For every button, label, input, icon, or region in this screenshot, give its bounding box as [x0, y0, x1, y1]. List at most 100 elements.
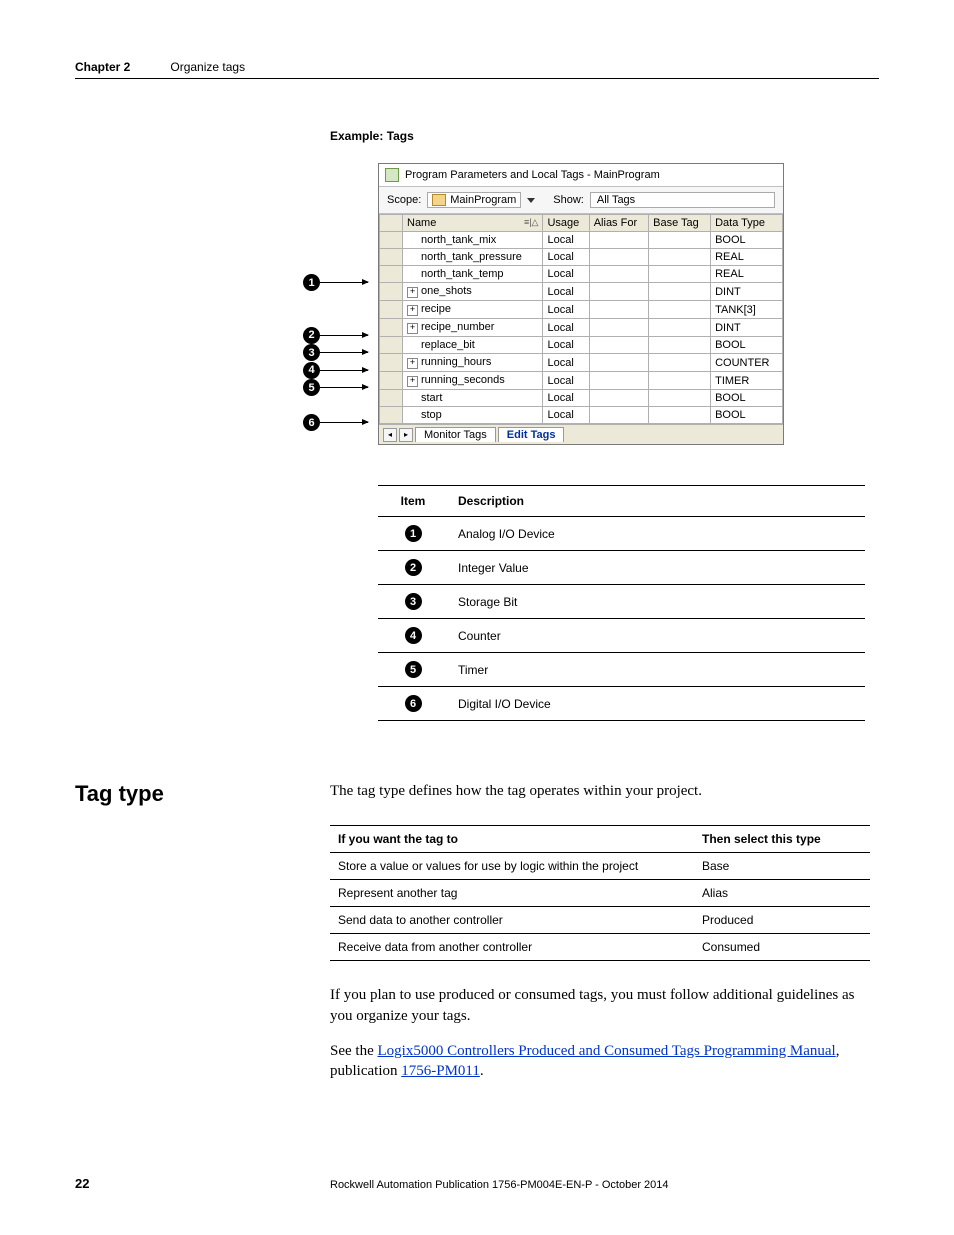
desc-item-num: 6	[378, 687, 448, 721]
type-condition: Store a value or values for use by logic…	[330, 853, 694, 880]
grid-row[interactable]: startLocalBOOL	[380, 390, 783, 407]
expand-icon[interactable]: +	[407, 305, 418, 316]
window-icon	[385, 168, 399, 182]
grid-row[interactable]: +one_shotsLocalDINT	[380, 283, 783, 301]
col-name[interactable]: Name≡|△	[403, 215, 543, 232]
cell-usage: Local	[543, 249, 589, 266]
grid-row[interactable]: north_tank_tempLocalREAL	[380, 266, 783, 283]
grid-header-row: Name≡|△ Usage Alias For Base Tag Data Ty…	[380, 215, 783, 232]
cell-data-type: REAL	[711, 249, 783, 266]
cell-alias-for	[589, 249, 648, 266]
grid-row[interactable]: north_tank_pressureLocal REAL	[380, 249, 783, 266]
show-filter-input[interactable]: All Tags	[590, 192, 775, 208]
grid-row[interactable]: stopLocalBOOL	[380, 407, 783, 424]
publication-line: Rockwell Automation Publication 1756-PM0…	[330, 1179, 669, 1191]
desc-row: 3Storage Bit	[378, 585, 865, 619]
cell-name[interactable]: start	[403, 390, 543, 407]
desc-item-num: 4	[378, 619, 448, 653]
callout-number: 6	[303, 414, 320, 431]
scope-dropdown[interactable]: MainProgram	[427, 192, 521, 208]
chevron-down-icon[interactable]	[527, 198, 535, 203]
callout-arrow	[320, 387, 368, 388]
desc-row: 6Digital I/O Device	[378, 687, 865, 721]
cell-alias-for	[589, 283, 648, 301]
grid-row[interactable]: +recipeLocalTANK[3]	[380, 301, 783, 319]
type-value: Base	[694, 853, 870, 880]
cell-name[interactable]: stop	[403, 407, 543, 424]
cell-alias-for	[589, 319, 648, 337]
expand-icon[interactable]: +	[407, 358, 418, 369]
row-handle[interactable]	[380, 337, 403, 354]
cell-base-tag	[649, 354, 711, 372]
link-produced-consumed-manual[interactable]: Logix5000 Controllers Produced and Consu…	[377, 1043, 835, 1059]
tab-monitor[interactable]: Monitor Tags	[415, 427, 496, 442]
page-footer: 22 Rockwell Automation Publication 1756-…	[75, 1176, 879, 1191]
window-title: Program Parameters and Local Tags - Main…	[405, 169, 660, 181]
row-handle[interactable]	[380, 283, 403, 301]
col-base-tag[interactable]: Base Tag	[649, 215, 711, 232]
tab-edit[interactable]: Edit Tags	[498, 427, 565, 442]
callout-number: 5	[303, 379, 320, 396]
cell-usage: Local	[543, 319, 589, 337]
window-titlebar: Program Parameters and Local Tags - Main…	[379, 164, 783, 187]
row-handle[interactable]	[380, 319, 403, 337]
cell-name[interactable]: north_tank_pressure	[403, 249, 543, 266]
row-handle[interactable]	[380, 407, 403, 424]
grid-row[interactable]: replace_bitLocalBOOL	[380, 337, 783, 354]
cell-base-tag	[649, 337, 711, 354]
tag-type-intro: The tag type defines how the tag operate…	[330, 781, 870, 801]
cell-name[interactable]: +recipe_number	[403, 319, 543, 337]
cell-name[interactable]: +running_seconds	[403, 372, 543, 390]
row-handle[interactable]	[380, 390, 403, 407]
cell-alias-for	[589, 301, 648, 319]
desc-text: Analog I/O Device	[448, 517, 865, 551]
type-table-head-1: If you want the tag to	[330, 826, 694, 853]
type-row: Receive data from another controllerCons…	[330, 934, 870, 961]
tags-window-figure: Program Parameters and Local Tags - Main…	[378, 163, 879, 445]
desc-text: Timer	[448, 653, 865, 687]
grid-row[interactable]: +recipe_numberLocal DINT	[380, 319, 783, 337]
col-usage[interactable]: Usage	[543, 215, 589, 232]
cell-alias-for	[589, 407, 648, 424]
cell-base-tag	[649, 283, 711, 301]
cell-data-type: DINT	[711, 319, 783, 337]
row-handle[interactable]	[380, 232, 403, 249]
row-handle[interactable]	[380, 249, 403, 266]
cell-name[interactable]: replace_bit	[403, 337, 543, 354]
expand-icon[interactable]: +	[407, 323, 418, 334]
callout: 6	[303, 414, 368, 431]
desc-text: Digital I/O Device	[448, 687, 865, 721]
row-handle-header	[380, 215, 403, 232]
col-data-type[interactable]: Data Type	[711, 215, 783, 232]
col-alias-for[interactable]: Alias For	[589, 215, 648, 232]
grid-row[interactable]: +running_secondsLocalTIMER	[380, 372, 783, 390]
row-handle[interactable]	[380, 301, 403, 319]
row-handle[interactable]	[380, 266, 403, 283]
type-row: Store a value or values for use by logic…	[330, 853, 870, 880]
cell-name[interactable]: north_tank_mix	[403, 232, 543, 249]
expand-icon[interactable]: +	[407, 376, 418, 387]
show-label: Show:	[553, 194, 584, 206]
link-publication-number[interactable]: 1756-PM011	[401, 1063, 480, 1079]
grid-row[interactable]: north_tank_mixLocalBOOL	[380, 232, 783, 249]
grid-row[interactable]: +running_hoursLocalCOUNTER	[380, 354, 783, 372]
page-header: Chapter 2 Organize tags	[75, 60, 879, 79]
expand-icon[interactable]: +	[407, 287, 418, 298]
cell-name[interactable]: north_tank_temp	[403, 266, 543, 283]
row-handle[interactable]	[380, 372, 403, 390]
cell-alias-for	[589, 266, 648, 283]
type-value: Produced	[694, 907, 870, 934]
tab-nav-prev[interactable]: ▸	[399, 428, 413, 442]
callout: 2	[303, 327, 368, 344]
cell-name[interactable]: +one_shots	[403, 283, 543, 301]
cell-data-type: DINT	[711, 283, 783, 301]
cell-name[interactable]: +recipe	[403, 301, 543, 319]
callout: 4	[303, 362, 368, 379]
cell-usage: Local	[543, 232, 589, 249]
desc-head-description: Description	[448, 486, 865, 517]
tab-nav-first[interactable]: ◂	[383, 428, 397, 442]
cell-name[interactable]: +running_hours	[403, 354, 543, 372]
cell-alias-for	[589, 372, 648, 390]
row-handle[interactable]	[380, 354, 403, 372]
cell-base-tag	[649, 266, 711, 283]
